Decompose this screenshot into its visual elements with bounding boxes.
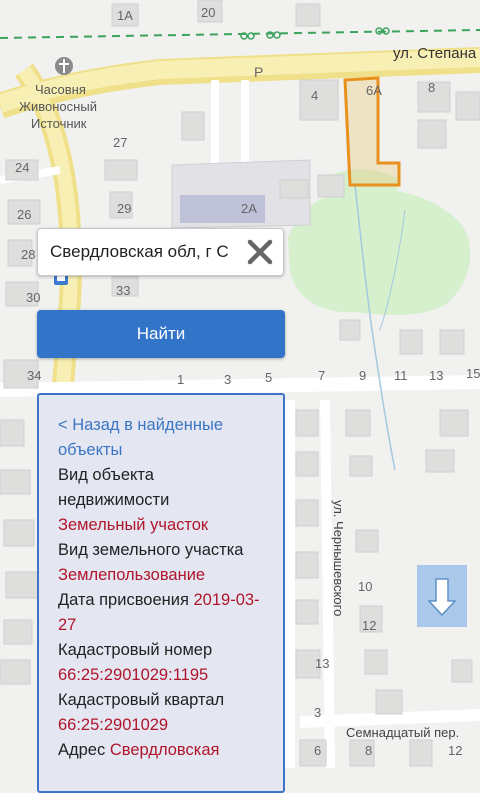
svg-text:11: 11 (394, 368, 408, 383)
svg-text:26: 26 (17, 207, 31, 222)
svg-text:13: 13 (315, 656, 329, 671)
land-type-value: Землепользование (58, 566, 206, 584)
svg-text:15: 15 (466, 366, 480, 381)
svg-text:8: 8 (428, 80, 435, 95)
svg-text:29: 29 (117, 201, 131, 216)
street-label-chernyshevsky: ул. Чернышевского (331, 500, 346, 616)
cadastral-number-value: 66:25:2901029:1195 (58, 666, 209, 684)
svg-text:10: 10 (358, 579, 372, 594)
svg-text:5: 5 (265, 370, 272, 385)
svg-text:30: 30 (26, 290, 40, 305)
svg-text:12: 12 (448, 743, 462, 758)
address-value: Свердловская (109, 741, 220, 759)
svg-text:6: 6 (314, 743, 321, 758)
cross-icon (55, 57, 73, 75)
svg-text:34: 34 (27, 368, 41, 383)
address-label: Адрес (58, 741, 106, 759)
object-type-label: Вид объекта недвижимости (58, 466, 170, 509)
svg-text:6А: 6А (366, 83, 382, 98)
svg-text:3: 3 (314, 705, 321, 720)
cadastral-number-label: Кадастровый номер (58, 641, 213, 659)
chapel-label-3: Источник (31, 116, 87, 131)
back-to-results-link[interactable]: < Назад в найденные объекты (58, 413, 265, 463)
arrow-down-icon[interactable] (417, 565, 467, 627)
svg-text:2А: 2А (241, 201, 257, 216)
street-label-top: ул. Степана (393, 45, 477, 62)
svg-text:1: 1 (177, 372, 184, 387)
svg-text:3: 3 (224, 372, 231, 387)
svg-text:1А: 1А (117, 8, 133, 23)
land-type-label: Вид земельного участка (58, 541, 244, 559)
parking-label: P (254, 64, 263, 80)
cadastral-block-value: 66:25:2901029 (58, 716, 169, 734)
svg-text:7: 7 (318, 368, 325, 383)
chapel-label-1: Часовня (35, 82, 86, 97)
svg-text:13: 13 (429, 368, 443, 383)
close-icon[interactable] (245, 237, 275, 267)
date-label: Дата присвоения (58, 591, 189, 609)
svg-text:33: 33 (116, 283, 130, 298)
search-input[interactable] (50, 229, 238, 275)
svg-text:8: 8 (365, 743, 372, 758)
svg-text:4: 4 (311, 88, 318, 103)
chapel-label-2: Живоносный (19, 99, 97, 114)
svg-text:12: 12 (362, 618, 376, 633)
svg-text:28: 28 (21, 247, 35, 262)
cadastral-block-label: Кадастровый квартал (58, 691, 225, 709)
street-label-17th: Семнадцатый пер. (346, 725, 459, 740)
object-info-panel: < Назад в найденные объекты Вид объекта … (37, 393, 285, 793)
address-search-box (37, 228, 284, 276)
svg-text:20: 20 (201, 5, 215, 20)
object-type-value: Земельный участок (58, 516, 209, 534)
find-button[interactable]: Найти (37, 310, 285, 358)
svg-text:24: 24 (15, 160, 29, 175)
svg-text:27: 27 (113, 135, 127, 150)
svg-text:9: 9 (359, 368, 366, 383)
